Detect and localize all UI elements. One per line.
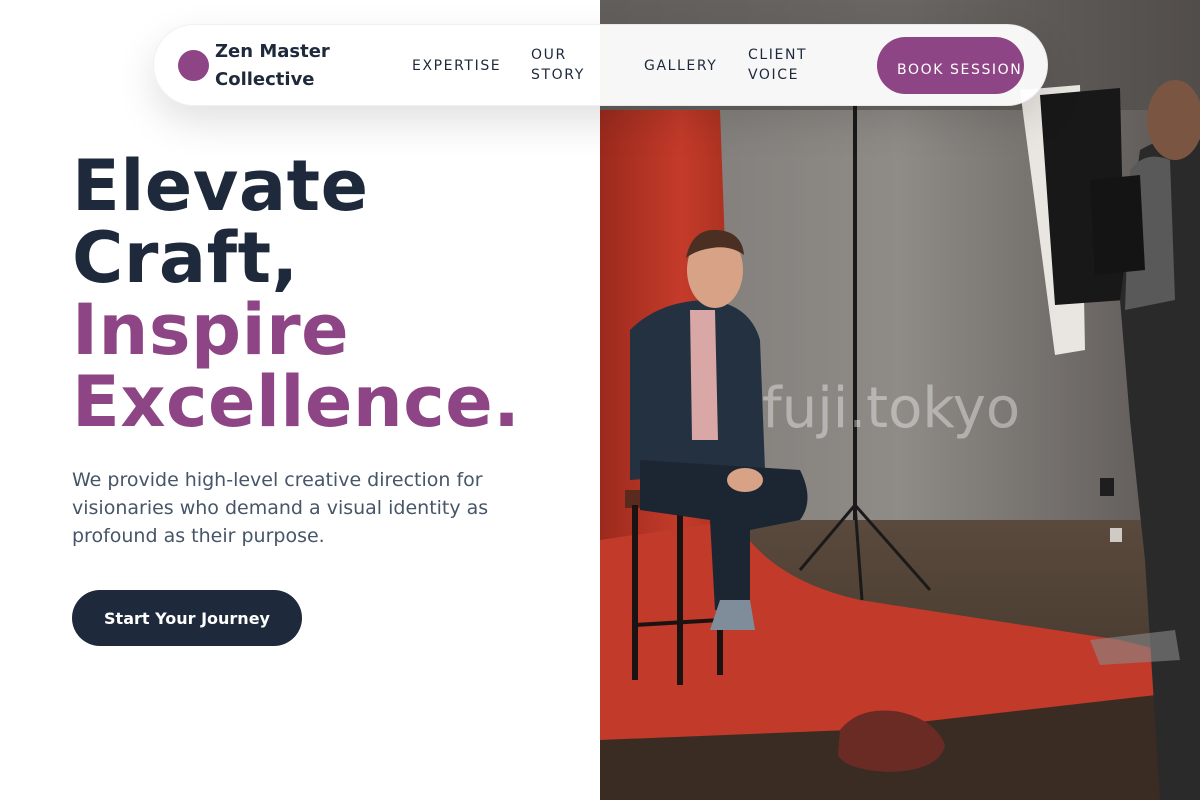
nav-link-client-voice[interactable]: CLIENT VOICE <box>748 45 828 85</box>
book-session-button[interactable]: BOOK SESSION <box>877 37 1024 94</box>
hero-headline: Elevate Craft, Inspire Excellence. <box>72 150 592 438</box>
start-journey-button[interactable]: Start Your Journey <box>72 590 302 646</box>
nav-link-gallery[interactable]: GALLERY <box>644 56 717 76</box>
headline-line-4: Excellence. <box>72 361 521 443</box>
headline-line-2: Craft, <box>72 217 299 299</box>
headline-line-3: Inspire <box>72 289 350 371</box>
nav-link-our-story[interactable]: OUR STORY <box>531 45 611 85</box>
circle-logo-icon[interactable] <box>178 50 209 81</box>
headline-line-1: Elevate <box>72 145 369 227</box>
nav-link-expertise[interactable]: EXPERTISE <box>412 56 501 76</box>
hero-description: We provide high-level creative direction… <box>72 469 489 547</box>
top-navigation: Zen Master Collective EXPERTISE OUR STOR… <box>153 24 1048 106</box>
photo-watermark: fuji.tokyo <box>762 376 1021 441</box>
hero-photo: fuji.tokyo <box>600 0 1200 800</box>
brand-name[interactable]: Zen Master Collective <box>215 38 365 94</box>
